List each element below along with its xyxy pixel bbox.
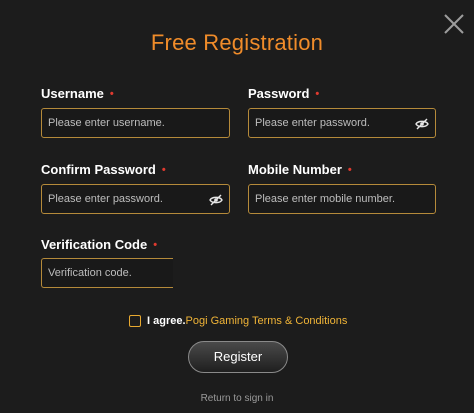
username-input[interactable] — [42, 109, 229, 137]
verification-code-label-text: Verification Code — [41, 237, 148, 252]
registration-dialog: Free Registration Username • Password • Co… — [0, 0, 474, 413]
required-marker: • — [315, 88, 320, 100]
password-label: Password • — [248, 86, 319, 101]
username-label-text: Username — [41, 86, 104, 101]
password-label-text: Password — [248, 86, 310, 101]
mobile-number-label: Mobile Number • — [248, 162, 352, 177]
required-marker: • — [109, 88, 114, 100]
confirm-password-label: Confirm Password • — [41, 162, 166, 177]
verification-code-label: Verification Code • — [41, 237, 157, 252]
password-field[interactable] — [248, 108, 436, 138]
username-field[interactable] — [41, 108, 230, 138]
terms-checkbox[interactable] — [129, 315, 141, 327]
register-button[interactable]: Register — [188, 341, 288, 373]
required-marker: • — [347, 164, 352, 176]
confirm-password-label-text: Confirm Password — [41, 162, 156, 177]
terms-link[interactable]: Pogi Gaming Terms & Conditions — [186, 315, 348, 327]
confirm-password-field[interactable] — [41, 184, 230, 214]
eye-off-icon[interactable] — [415, 117, 429, 131]
terms-agreement: I agree. Pogi Gaming Terms & Conditions — [129, 313, 347, 329]
verification-code-input[interactable] — [42, 259, 173, 287]
required-marker: • — [153, 239, 158, 251]
username-label: Username • — [41, 86, 114, 101]
required-marker: • — [161, 164, 166, 176]
agree-text: I agree. — [147, 315, 186, 327]
mobile-number-label-text: Mobile Number — [248, 162, 342, 177]
mobile-number-input[interactable] — [249, 185, 435, 213]
mobile-number-field[interactable] — [248, 184, 436, 214]
password-input[interactable] — [249, 109, 435, 137]
return-to-sign-in-link[interactable]: Return to sign in — [0, 393, 474, 404]
dialog-title: Free Registration — [150, 30, 324, 55]
confirm-password-input[interactable] — [42, 185, 229, 213]
verification-code-field[interactable] — [41, 258, 173, 288]
eye-off-icon[interactable] — [209, 193, 223, 207]
